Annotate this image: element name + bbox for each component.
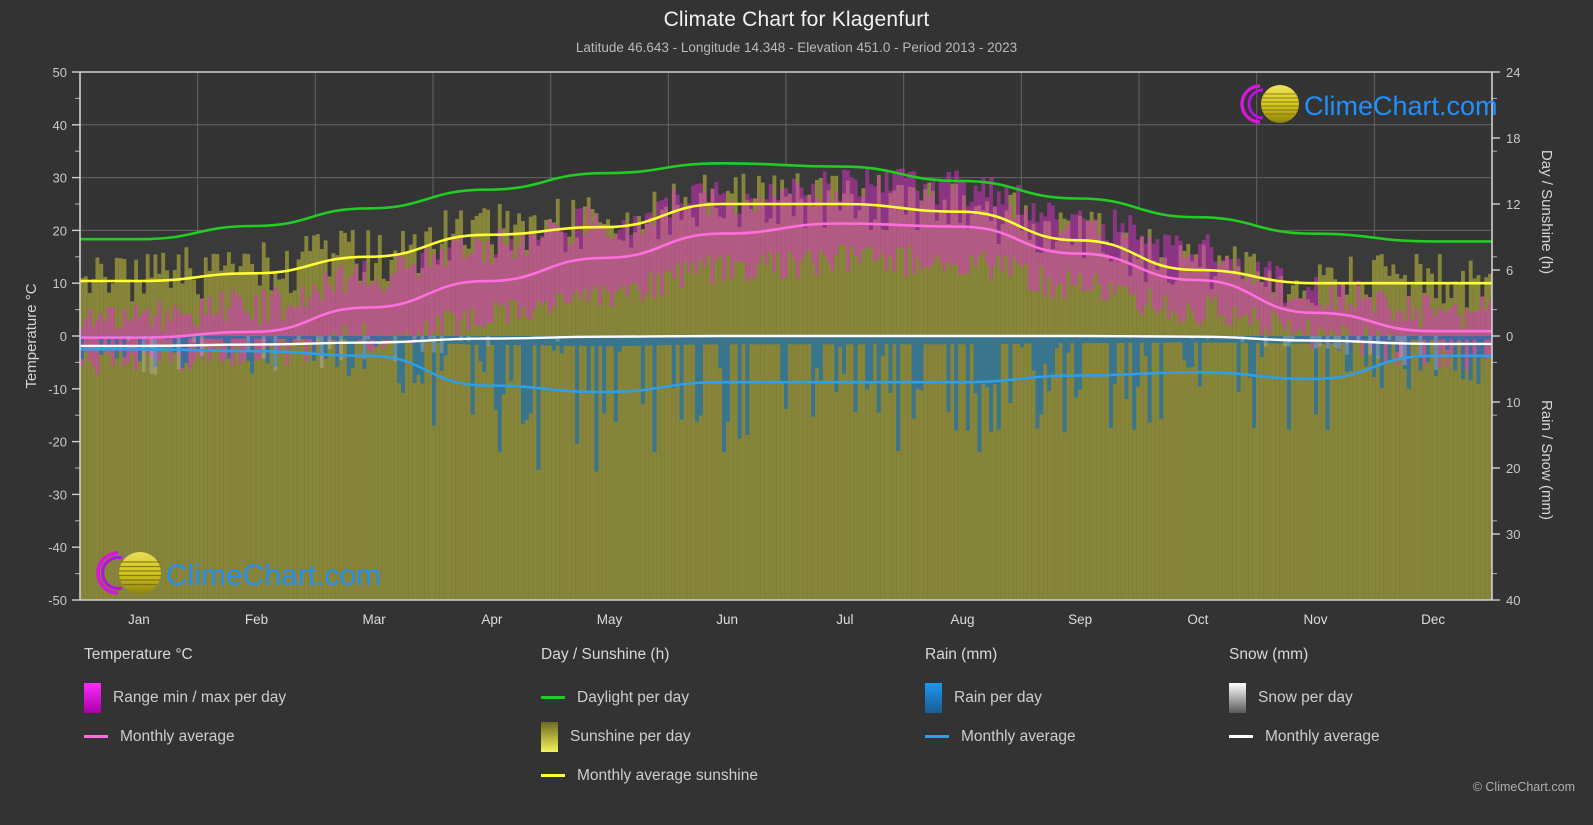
legend-label: Sunshine per day <box>570 727 691 745</box>
left-tick-label: -10 <box>48 382 67 397</box>
left-tick-label: -30 <box>48 487 67 502</box>
month-tick-label: Aug <box>950 612 974 627</box>
climechart-logo-top: ClimeChart.com <box>1240 84 1498 124</box>
legend-group-snow: Snow (mm) Snow per day Monthly average <box>1229 646 1380 756</box>
climechart-watermark: ClimeChart.com <box>96 551 381 595</box>
logo-text: ClimeChart.com <box>1304 91 1498 121</box>
legend-title-rain: Rain (mm) <box>925 646 998 663</box>
right-bottom-tick-label: 30 <box>1506 527 1520 542</box>
rain-swatch <box>925 682 942 713</box>
legend-item-rain-average: Monthly average <box>925 717 1076 756</box>
right-top-tick-label: 18 <box>1506 131 1520 146</box>
tick-labels: 50 40 30 20 10 0 -10 -20 -30 -40 -50 24 18 12 6 0 10 20 30… <box>48 65 1520 627</box>
month-tick-label: Nov <box>1303 612 1327 627</box>
right-top-tick-label: 6 <box>1506 263 1513 278</box>
legend-item-sunshine: Sunshine per day <box>541 717 758 756</box>
legend-label: Monthly average <box>961 727 1076 745</box>
month-tick-label: Sep <box>1068 612 1092 627</box>
left-tick-label: 40 <box>53 118 67 133</box>
month-tick-label: Jun <box>716 612 738 627</box>
legend-item-temp-range: Range min / max per day <box>84 678 286 717</box>
snow-swatch <box>1229 682 1246 713</box>
right-top-tick-label: 0 <box>1506 329 1513 344</box>
legend-label: Monthly average sunshine <box>577 766 758 784</box>
legend-label: Snow per day <box>1258 688 1353 706</box>
legend-item-rain: Rain per day <box>925 678 1076 717</box>
month-tick-label: May <box>597 612 623 627</box>
page-title: Climate Chart for Klagenfurt <box>663 8 930 31</box>
axis-layer <box>72 71 1500 601</box>
temperature-average-curve <box>80 222 1492 339</box>
legend-title-sunshine: Day / Sunshine (h) <box>541 646 670 663</box>
rain-average-curve <box>80 347 1492 394</box>
legend-label: Monthly average <box>120 727 235 745</box>
chart-legend: Temperature °C Range min / max per day M… <box>0 646 1593 816</box>
left-tick-label: 10 <box>53 276 67 291</box>
legend-group-temperature: Temperature °C Range min / max per day M… <box>84 646 286 756</box>
right-top-tick-label: 12 <box>1506 197 1520 212</box>
legend-title-snow: Snow (mm) <box>1229 646 1309 663</box>
month-tick-label: Jan <box>128 612 150 627</box>
right-axis-top-title: Day / Sunshine (h) <box>1538 150 1555 274</box>
daylight-swatch <box>541 696 565 699</box>
legend-item-temp-average: Monthly average <box>84 717 286 756</box>
left-tick-label: -20 <box>48 435 67 450</box>
month-tick-label: Apr <box>481 612 503 627</box>
month-tick-label: Mar <box>363 612 387 627</box>
logo-text: ClimeChart.com <box>166 559 381 592</box>
month-tick-label: Dec <box>1421 612 1445 627</box>
legend-label: Daylight per day <box>577 688 690 706</box>
left-tick-label: -40 <box>48 540 67 555</box>
legend-item-daylight: Daylight per day <box>541 678 758 717</box>
legend-label: Monthly average <box>1265 727 1380 745</box>
sunshine-average-curve <box>80 202 1492 285</box>
left-tick-label: 50 <box>53 65 67 80</box>
right-bottom-tick-label: 40 <box>1506 593 1520 608</box>
legend-title-temperature: Temperature °C <box>84 646 193 663</box>
sunshine-swatch <box>541 721 558 752</box>
month-tick-label: Oct <box>1187 612 1208 627</box>
data-series-layer <box>80 161 1492 600</box>
legend-group-rain: Rain (mm) Rain per day Monthly average <box>925 646 1076 756</box>
snow-average-swatch <box>1229 735 1253 738</box>
right-top-tick-label: 24 <box>1506 65 1520 80</box>
right-bottom-tick-label: 20 <box>1506 461 1520 476</box>
left-tick-label: -50 <box>48 593 67 608</box>
sunshine-average-swatch <box>541 774 565 777</box>
legend-item-snow-average: Monthly average <box>1229 717 1380 756</box>
chart-subtitle: Latitude 46.643 - Longitude 14.348 - Ele… <box>575 40 1018 55</box>
legend-item-sunshine-average: Monthly average sunshine <box>541 756 758 795</box>
chart-header: Climate Chart for Klagenfurt Latitude 46… <box>0 0 1593 55</box>
temp-range-swatch <box>84 682 101 713</box>
month-tick-label: Jul <box>836 612 853 627</box>
right-bottom-tick-label: 10 <box>1506 395 1520 410</box>
copyright-text: © ClimeChart.com <box>1472 780 1575 794</box>
legend-group-sunshine: Day / Sunshine (h) Daylight per day Suns… <box>541 646 758 795</box>
month-tick-label: Feb <box>245 612 268 627</box>
left-axis-title: Temperature °C <box>23 283 40 388</box>
temp-average-swatch <box>84 735 108 738</box>
plot-background <box>80 72 1492 600</box>
legend-item-snow: Snow per day <box>1229 678 1380 717</box>
snow-average-curve <box>80 334 1492 348</box>
grid-lines <box>79 71 1493 601</box>
left-tick-label: 20 <box>53 223 67 238</box>
right-axis-bottom-title: Rain / Snow (mm) <box>1538 400 1555 520</box>
legend-label: Range min / max per day <box>113 688 287 706</box>
left-tick-label: 30 <box>53 171 67 186</box>
rain-average-swatch <box>925 735 949 738</box>
left-tick-label: 0 <box>60 329 67 344</box>
climate-chart-svg: 50 40 30 20 10 0 -10 -20 -30 -40 -50 24 18 12 6 0 10 20 30… <box>23 65 1555 627</box>
daylight-curve <box>80 161 1492 243</box>
legend-label: Rain per day <box>954 688 1042 706</box>
